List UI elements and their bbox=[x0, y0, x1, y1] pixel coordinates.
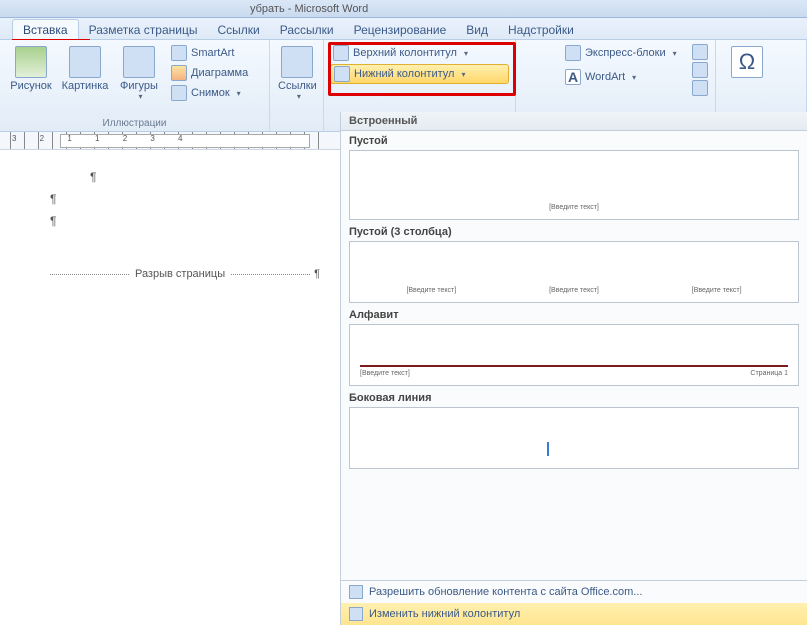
tab-insert[interactable]: Вставка bbox=[12, 19, 79, 40]
links-label: Ссылки bbox=[278, 80, 317, 92]
paragraph-mark: ¶ bbox=[90, 170, 320, 184]
picture-button[interactable]: Рисунок bbox=[6, 44, 56, 94]
ruler-marks: 3 2 1 1 2 3 4 bbox=[12, 134, 193, 143]
quickparts-label: Экспресс-блоки bbox=[585, 47, 666, 59]
group-links: Ссылки bbox=[270, 40, 324, 131]
placeholder-text: [Введите текст] bbox=[406, 287, 456, 294]
header-button[interactable]: Верхний колонтитул bbox=[330, 44, 509, 62]
wordart-label: WordArt bbox=[585, 71, 625, 83]
clipart-label: Картинка bbox=[62, 80, 109, 92]
shapes-label: Фигуры bbox=[120, 80, 158, 92]
paragraph-mark: ¶ bbox=[50, 192, 320, 206]
page-break: Разрыв страницы ¶ bbox=[50, 268, 320, 280]
clipart-icon bbox=[69, 46, 101, 78]
placeholder-text: [Введите текст] bbox=[360, 370, 410, 377]
links-button[interactable]: Ссылки bbox=[276, 44, 319, 103]
quickparts-button[interactable]: Экспресс-блоки bbox=[562, 44, 680, 62]
omega-icon: Ω bbox=[731, 46, 763, 78]
chart-icon bbox=[171, 65, 187, 81]
header-icon bbox=[333, 45, 349, 61]
signature-icon[interactable] bbox=[692, 44, 708, 60]
object-icon[interactable] bbox=[692, 80, 708, 96]
page-break-label: Разрыв страницы bbox=[129, 268, 231, 280]
tab-page-layout[interactable]: Разметка страницы bbox=[79, 20, 208, 39]
tab-review[interactable]: Рецензирование bbox=[344, 20, 457, 39]
symbol-button[interactable]: Ω bbox=[722, 44, 772, 82]
shapes-button[interactable]: Фигуры bbox=[114, 44, 164, 103]
gallery-item-sideline[interactable]: Боковая линия bbox=[349, 392, 799, 469]
gallery-preview: [Введите текст] Страница 1 bbox=[349, 324, 799, 386]
gallery-item-title: Пустой (3 столбца) bbox=[349, 226, 799, 238]
group-links-label bbox=[276, 127, 317, 129]
paragraph-mark: ¶ bbox=[314, 268, 320, 280]
footer-button[interactable]: Нижний колонтитул bbox=[330, 64, 509, 84]
ribbon-tabs: Вставка Разметка страницы Ссылки Рассылк… bbox=[0, 18, 807, 40]
gallery-preview: [Введите текст] [Введите текст] [Введите… bbox=[349, 241, 799, 303]
clipart-button[interactable]: Картинка bbox=[60, 44, 110, 94]
quickparts-icon bbox=[565, 45, 581, 61]
placeholder-text: [Введите текст] bbox=[692, 287, 742, 294]
gallery-item-blank-3col[interactable]: Пустой (3 столбца) [Введите текст] [Введ… bbox=[349, 226, 799, 303]
group-illustrations-label: Иллюстрации bbox=[6, 116, 263, 129]
footer-label: Нижний колонтитул bbox=[354, 68, 454, 80]
wordart-icon: A bbox=[565, 69, 581, 85]
chart-button[interactable]: Диаграмма bbox=[168, 64, 251, 82]
globe-icon bbox=[349, 585, 363, 599]
tab-addins[interactable]: Надстройки bbox=[498, 20, 584, 39]
gallery-item-title: Алфавит bbox=[349, 309, 799, 321]
screenshot-label: Снимок bbox=[191, 87, 230, 99]
tab-references[interactable]: Ссылки bbox=[207, 20, 269, 39]
document-area[interactable]: ¶ ¶ ¶ Разрыв страницы ¶ bbox=[0, 150, 340, 620]
paragraph-mark: ¶ bbox=[50, 214, 320, 228]
red-line-icon bbox=[360, 365, 788, 367]
links-icon bbox=[281, 46, 313, 78]
placeholder-text: [Введите текст] bbox=[549, 287, 599, 294]
edit-footer-label: Изменить нижний колонтитул bbox=[369, 608, 520, 620]
footer-gallery: Встроенный Пустой [Введите текст] Пустой… bbox=[340, 112, 807, 625]
gallery-item-title: Пустой bbox=[349, 135, 799, 147]
smartart-button[interactable]: SmartArt bbox=[168, 44, 251, 62]
datetime-icon[interactable] bbox=[692, 62, 708, 78]
placeholder-text: [Введите текст] bbox=[549, 204, 599, 211]
gallery-item-alphabet[interactable]: Алфавит [Введите текст] Страница 1 bbox=[349, 309, 799, 386]
wordart-button[interactable]: A WordArt bbox=[562, 68, 680, 86]
gallery-preview: [Введите текст] bbox=[349, 150, 799, 220]
header-label: Верхний колонтитул bbox=[353, 47, 457, 59]
gallery-item-title: Боковая линия bbox=[349, 392, 799, 404]
page-number-text: Страница 1 bbox=[750, 370, 788, 377]
shapes-icon bbox=[123, 46, 155, 78]
group-illustrations: Рисунок Картинка Фигуры SmartArt Диаграм… bbox=[0, 40, 270, 131]
tab-view[interactable]: Вид bbox=[456, 20, 498, 39]
picture-icon bbox=[15, 46, 47, 78]
tab-mailings[interactable]: Рассылки bbox=[270, 20, 344, 39]
screenshot-icon bbox=[171, 85, 187, 101]
cursor-icon bbox=[547, 442, 549, 456]
gallery-header: Встроенный bbox=[341, 112, 807, 131]
gallery-preview bbox=[349, 407, 799, 469]
chart-label: Диаграмма bbox=[191, 67, 248, 79]
office-com-label: Разрешить обновление контента с сайта Of… bbox=[369, 586, 642, 598]
screenshot-button[interactable]: Снимок bbox=[168, 84, 251, 102]
picture-label: Рисунок bbox=[10, 80, 52, 92]
smartart-icon bbox=[171, 45, 187, 61]
gallery-footer: Разрешить обновление контента с сайта Of… bbox=[341, 580, 807, 625]
gallery-item-blank[interactable]: Пустой [Введите текст] bbox=[349, 135, 799, 220]
smartart-label: SmartArt bbox=[191, 47, 234, 59]
footer-icon bbox=[334, 66, 350, 82]
window-title: убрать - Microsoft Word bbox=[250, 3, 368, 15]
window-titlebar: убрать - Microsoft Word bbox=[0, 0, 807, 18]
edit-footer-link[interactable]: Изменить нижний колонтитул bbox=[341, 603, 807, 625]
edit-footer-icon bbox=[349, 607, 363, 621]
office-com-link[interactable]: Разрешить обновление контента с сайта Of… bbox=[341, 581, 807, 603]
